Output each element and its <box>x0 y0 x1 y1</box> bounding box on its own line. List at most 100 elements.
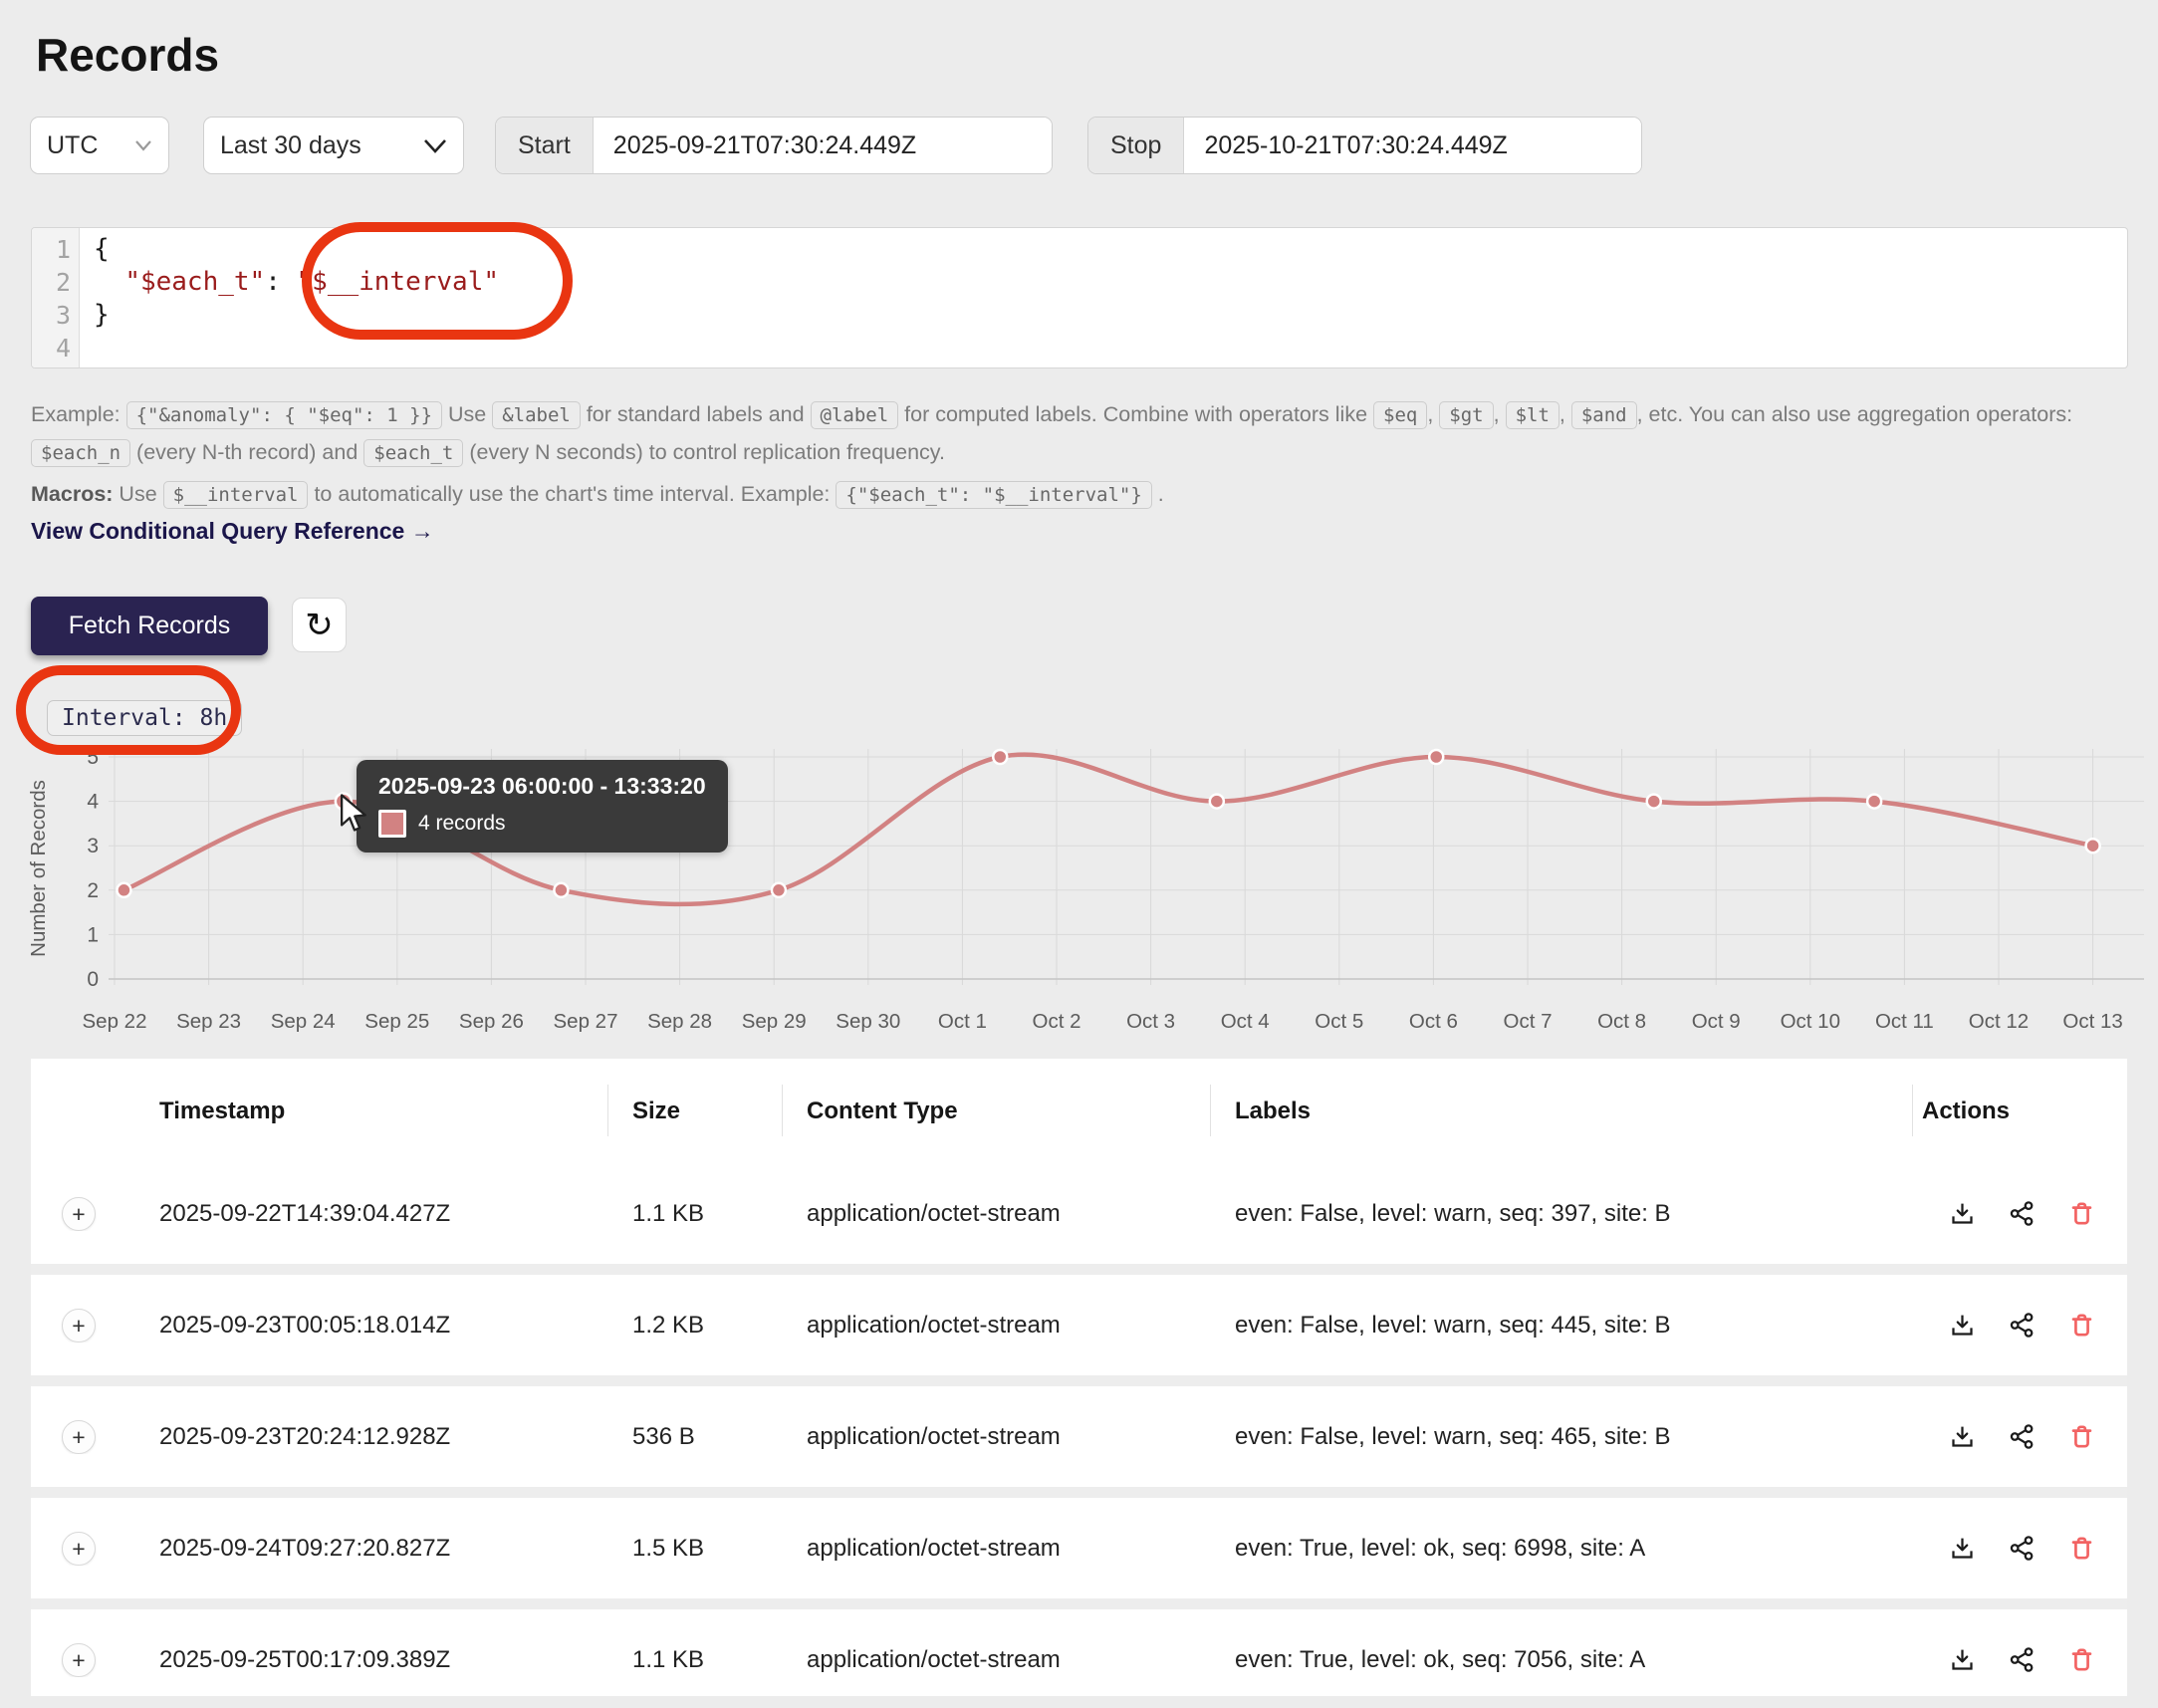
refresh-button[interactable]: ↻ <box>292 598 347 652</box>
cell-actions <box>1922 1312 2127 1339</box>
cell-timestamp: 2025-09-22T14:39:04.427Z <box>159 1200 632 1228</box>
refresh-icon: ↻ <box>305 606 334 645</box>
share-record-button[interactable] <box>2009 1423 2036 1450</box>
range-select[interactable]: Last 30 days <box>203 117 464 174</box>
delete-record-button[interactable] <box>2068 1200 2095 1227</box>
download-record-button[interactable] <box>1949 1535 1976 1562</box>
y-tick-label: 0 <box>87 968 99 991</box>
cell-size: 1.5 KB <box>632 1535 807 1563</box>
query-editor[interactable]: 1234 { "$each_t": "$__interval"} <box>31 227 2128 368</box>
x-tick-label: Oct 10 <box>1781 1010 1840 1033</box>
share-record-button[interactable] <box>2009 1312 2036 1339</box>
download-record-button[interactable] <box>1949 1423 1976 1450</box>
table-row: + 2025-09-25T00:17:09.389Z 1.1 KB applic… <box>31 1609 2127 1696</box>
header-actions: Actions <box>1922 1098 2127 1125</box>
cell-size: 1.1 KB <box>632 1646 807 1674</box>
x-tick-label: Sep 26 <box>459 1010 524 1033</box>
x-tick-label: Oct 11 <box>1875 1010 1934 1033</box>
download-icon <box>1949 1200 1976 1227</box>
download-icon <box>1949 1646 1976 1673</box>
download-icon <box>1949 1423 1976 1450</box>
chevron-down-icon <box>134 139 152 151</box>
y-tick-label: 2 <box>87 879 99 902</box>
download-icon <box>1949 1535 1976 1562</box>
trash-icon <box>2068 1535 2095 1562</box>
x-tick-label: Oct 12 <box>1969 1010 2029 1033</box>
x-tick-label: Sep 30 <box>836 1010 900 1033</box>
share-icon <box>2009 1312 2036 1339</box>
cell-content-type: application/octet-stream <box>807 1423 1235 1451</box>
page-title: Records <box>36 28 219 82</box>
expand-row-button[interactable]: + <box>62 1309 96 1342</box>
stop-label: Stop <box>1088 118 1184 173</box>
start-datetime-input[interactable] <box>594 118 1052 173</box>
editor-line-numbers: 1234 <box>32 228 80 367</box>
data-point[interactable] <box>1867 795 1881 809</box>
chart-tooltip: 2025-09-23 06:00:00 - 13:33:20 4 records <box>357 760 728 853</box>
x-tick-label: Sep 25 <box>364 1010 429 1033</box>
download-record-button[interactable] <box>1949 1312 1976 1339</box>
data-point[interactable] <box>993 750 1007 764</box>
share-record-button[interactable] <box>2009 1646 2036 1673</box>
data-point[interactable] <box>1210 795 1224 809</box>
data-point[interactable] <box>1429 750 1443 764</box>
stop-datetime-input[interactable] <box>1184 118 1641 173</box>
header-divider <box>607 1085 608 1136</box>
trash-icon <box>2068 1646 2095 1673</box>
records-table: Timestamp Size Content Type Labels Actio… <box>31 1059 2127 1696</box>
delete-record-button[interactable] <box>2068 1423 2095 1450</box>
fetch-records-button[interactable]: Fetch Records <box>31 597 268 655</box>
data-point[interactable] <box>554 883 568 897</box>
x-tick-label: Sep 29 <box>742 1010 807 1033</box>
table-header-row: Timestamp Size Content Type Labels Actio… <box>31 1059 2127 1163</box>
cell-content-type: application/octet-stream <box>807 1646 1235 1674</box>
data-point[interactable] <box>772 883 786 897</box>
cell-actions <box>1922 1423 2127 1450</box>
expand-row-button[interactable]: + <box>62 1643 96 1677</box>
header-divider <box>1210 1085 1211 1136</box>
data-point[interactable] <box>1647 795 1661 809</box>
trash-icon <box>2068 1312 2095 1339</box>
share-icon <box>2009 1646 2036 1673</box>
editor-code[interactable]: { "$each_t": "$__interval"} <box>80 228 499 367</box>
download-record-button[interactable] <box>1949 1646 1976 1673</box>
share-icon <box>2009 1535 2036 1562</box>
help-example-text: Example: {"&anomaly": { "$eq": 1 }} Use … <box>31 396 2132 472</box>
download-record-button[interactable] <box>1949 1200 1976 1227</box>
cell-actions <box>1922 1646 2127 1673</box>
start-datetime-group: Start <box>495 117 1053 174</box>
x-tick-label: Oct 5 <box>1315 1010 1363 1033</box>
share-record-button[interactable] <box>2009 1535 2036 1562</box>
chevron-down-icon <box>423 138 447 153</box>
data-point[interactable] <box>2086 839 2100 853</box>
data-point[interactable] <box>117 883 130 897</box>
expand-row-button[interactable]: + <box>62 1532 96 1566</box>
y-tick-label: 3 <box>87 835 99 857</box>
share-record-button[interactable] <box>2009 1200 2036 1227</box>
expand-row-button[interactable]: + <box>62 1420 96 1454</box>
delete-record-button[interactable] <box>2068 1646 2095 1673</box>
timezone-select[interactable]: UTC <box>30 117 169 174</box>
conditional-query-reference-link[interactable]: View Conditional Query Reference → <box>31 518 434 545</box>
cell-labels: even: True, level: ok, seq: 7056, site: … <box>1235 1646 1922 1674</box>
x-tick-label: Sep 24 <box>271 1010 336 1033</box>
table-body: + 2025-09-22T14:39:04.427Z 1.1 KB applic… <box>31 1163 2127 1696</box>
tooltip-value: 4 records <box>418 812 506 836</box>
x-tick-label: Sep 27 <box>554 1010 618 1033</box>
timezone-value: UTC <box>47 131 98 160</box>
cell-timestamp: 2025-09-23T20:24:12.928Z <box>159 1423 632 1451</box>
header-timestamp: Timestamp <box>159 1098 632 1125</box>
records-line-chart[interactable]: Sep 22Sep 23Sep 24Sep 25Sep 26Sep 27Sep … <box>25 739 2156 1043</box>
cell-actions <box>1922 1535 2127 1562</box>
table-row: + 2025-09-23T20:24:12.928Z 536 B applica… <box>31 1386 2127 1498</box>
x-tick-label: Oct 3 <box>1126 1010 1175 1033</box>
trash-icon <box>2068 1423 2095 1450</box>
header-divider <box>1912 1085 1913 1136</box>
x-tick-label: Sep 23 <box>176 1010 241 1033</box>
expand-row-button[interactable]: + <box>62 1197 96 1231</box>
mouse-cursor <box>337 794 372 834</box>
delete-record-button[interactable] <box>2068 1535 2095 1562</box>
table-row: + 2025-09-23T00:05:18.014Z 1.2 KB applic… <box>31 1275 2127 1386</box>
delete-record-button[interactable] <box>2068 1312 2095 1339</box>
range-value: Last 30 days <box>220 131 361 160</box>
